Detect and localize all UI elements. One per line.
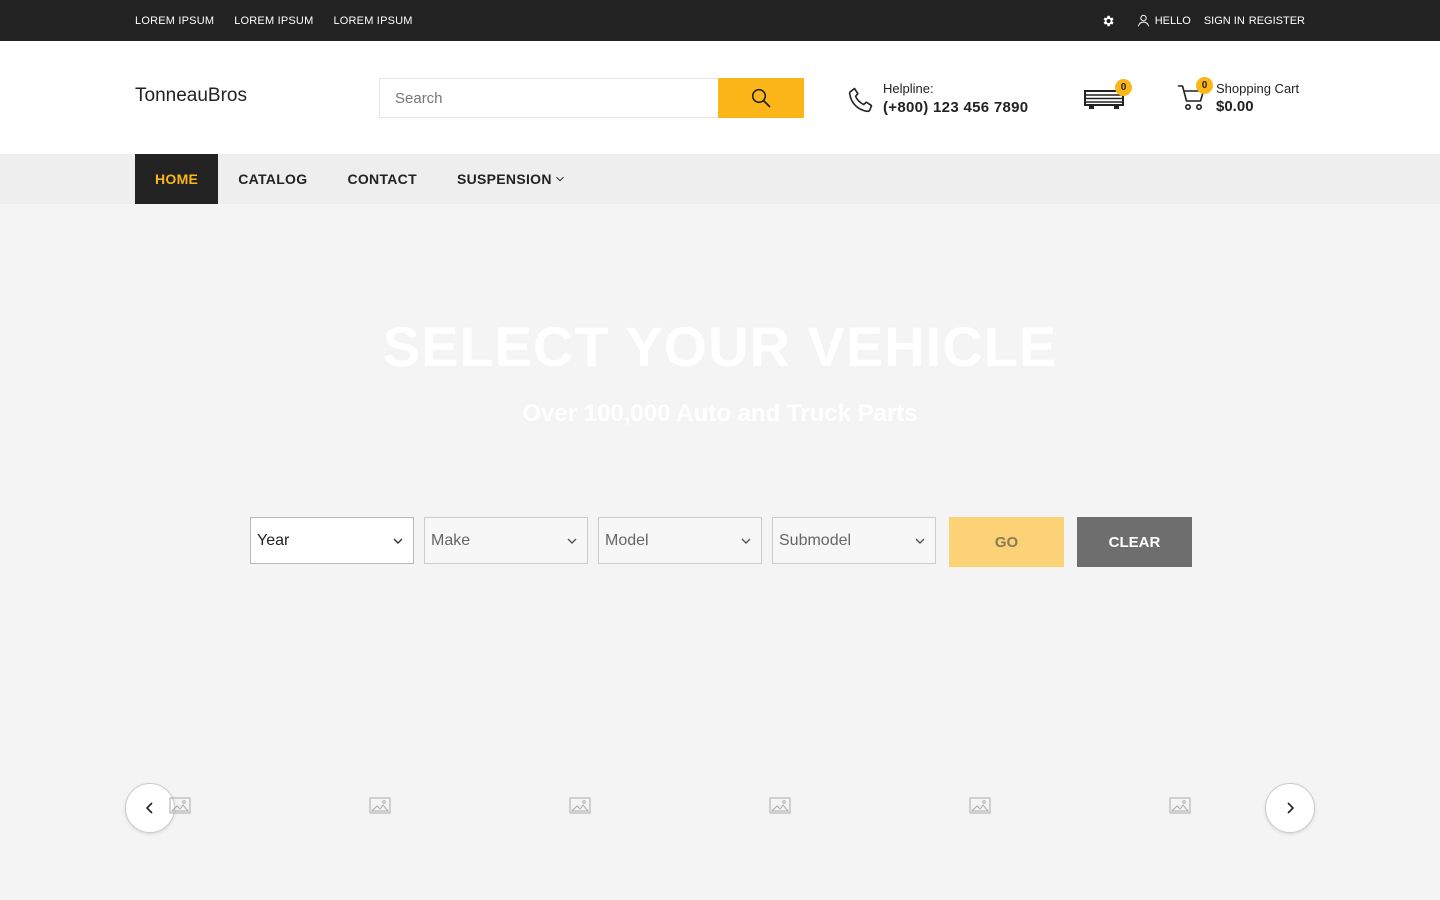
top-link-1[interactable]: LOREM IPSUM: [135, 15, 214, 27]
nav-item-label: SUSPENSION: [456, 171, 552, 187]
site-header: TonneauBros Helpline: (+800) 123 456 789…: [0, 41, 1440, 154]
nav-item-suspension[interactable]: SUSPENSION: [437, 154, 585, 204]
model-select-label: Model: [605, 531, 649, 549]
carousel-prev-button[interactable]: [125, 783, 175, 833]
submodel-select-label: Submodel: [779, 531, 852, 549]
garage-count-badge: 0: [1115, 79, 1132, 96]
cart-count-badge: 0: [1196, 77, 1213, 94]
user-icon: [1137, 14, 1149, 27]
hero-title: SELECT YOUR VEHICLE: [382, 315, 1058, 378]
search-form: [379, 78, 804, 118]
garage-button[interactable]: 0: [1083, 79, 1135, 113]
clear-button[interactable]: CLEAR: [1077, 517, 1192, 567]
top-bar: LOREM IPSUM LOREM IPSUM LOREM IPSUM HELL…: [0, 0, 1440, 41]
site-logo[interactable]: TonneauBros: [135, 85, 247, 107]
chevron-down-icon: [915, 538, 925, 544]
make-select-label: Make: [431, 531, 471, 549]
cart-label: Shopping Cart: [1216, 81, 1300, 96]
phone-icon: [848, 87, 873, 113]
image-placeholder-icon: [369, 797, 391, 814]
chevron-down-icon: [567, 538, 577, 544]
chevron-left-icon: [145, 802, 153, 814]
search-input[interactable]: [379, 78, 718, 118]
submodel-select[interactable]: Submodel: [772, 517, 936, 564]
user-greeting: HELLO: [1137, 14, 1191, 27]
carousel-next-button[interactable]: [1265, 783, 1315, 833]
main-nav: HOME CATALOG CONTACT SUSPENSION: [0, 154, 1440, 204]
year-select[interactable]: Year: [250, 517, 414, 564]
search-button[interactable]: [718, 78, 804, 118]
account-area: HELLO SIGN IN REGISTER: [1101, 0, 1305, 41]
nav-item-label: HOME: [155, 171, 199, 187]
image-placeholder-icon: [169, 797, 191, 814]
helpline-number[interactable]: (+800) 123 456 7890: [883, 97, 1028, 119]
chevron-right-icon: [1287, 802, 1295, 814]
helpline-label: Helpline:: [883, 81, 934, 96]
image-placeholder-icon: [1169, 797, 1191, 814]
nav-item-home[interactable]: HOME: [135, 154, 219, 204]
chevron-down-icon: [741, 538, 751, 544]
image-placeholder-icon: [769, 797, 791, 814]
year-select-label: Year: [257, 531, 290, 549]
image-placeholder-icon: [569, 797, 591, 814]
nav-item-contact[interactable]: CONTACT: [327, 154, 437, 204]
hero-subtitle: Over 100,000 Auto and Truck Parts: [522, 400, 918, 427]
gear-icon[interactable]: [1101, 14, 1115, 28]
chevron-down-icon: [393, 538, 403, 544]
model-select[interactable]: Model: [598, 517, 762, 564]
make-select[interactable]: Make: [424, 517, 588, 564]
chevron-down-icon: [555, 174, 565, 184]
register-link[interactable]: REGISTER: [1249, 15, 1305, 27]
cart-amount: $0.00: [1216, 98, 1254, 115]
top-links: LOREM IPSUM LOREM IPSUM LOREM IPSUM: [135, 0, 413, 41]
go-button[interactable]: GO: [949, 517, 1064, 567]
hero-section: SELECT YOUR VEHICLE Over 100,000 Auto an…: [0, 204, 1440, 900]
vehicle-selector: Year Make Model Submodel GO CLEAR: [250, 517, 1192, 567]
nav-item-label: CATALOG: [238, 171, 308, 187]
search-icon: [751, 88, 771, 108]
helpline: Helpline: (+800) 123 456 7890: [845, 81, 1028, 119]
greeting-text: HELLO: [1154, 14, 1191, 27]
nav-item-catalog[interactable]: CATALOG: [218, 154, 327, 204]
top-link-2[interactable]: LOREM IPSUM: [234, 15, 313, 27]
nav-item-label: CONTACT: [347, 171, 417, 187]
top-link-3[interactable]: LOREM IPSUM: [333, 15, 412, 27]
sign-in-link[interactable]: SIGN IN: [1204, 15, 1245, 27]
shopping-cart[interactable]: 0 Shopping Cart $0.00: [1177, 77, 1300, 117]
image-placeholder-icon: [969, 797, 991, 814]
